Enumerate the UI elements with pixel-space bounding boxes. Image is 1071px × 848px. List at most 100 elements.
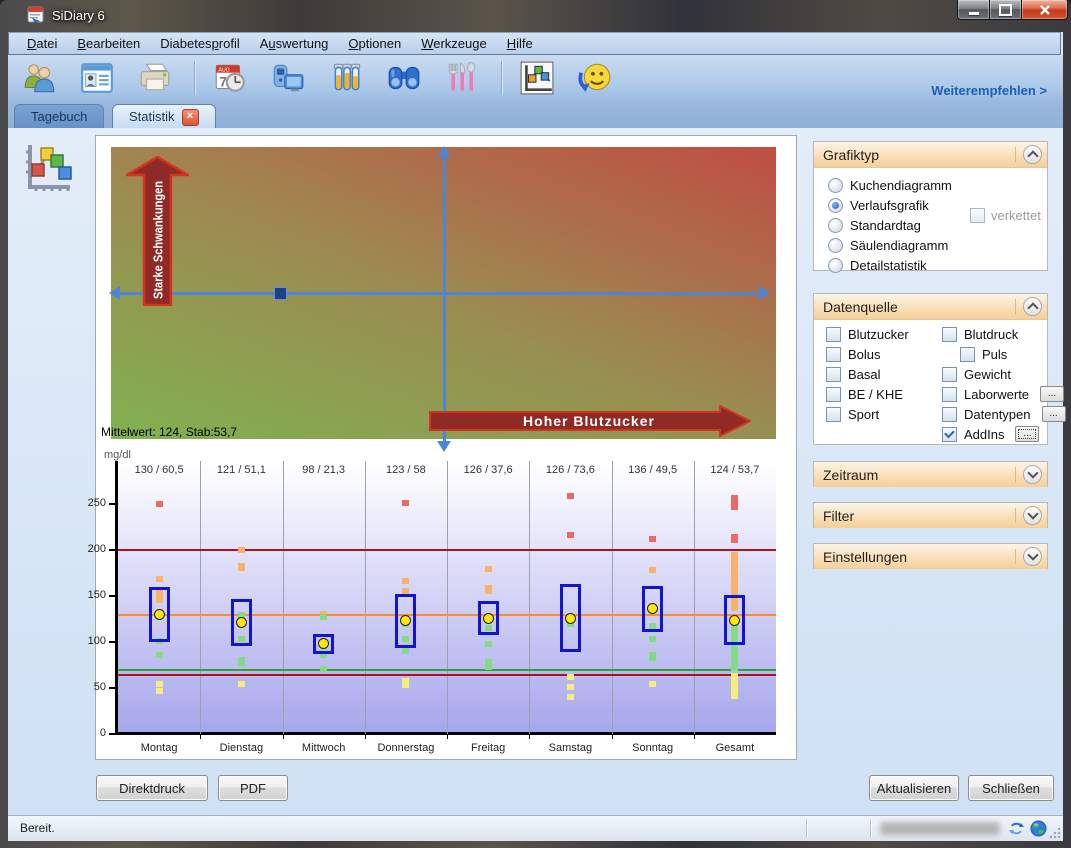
menu-item-bearbeiten[interactable]: Bearbeiten	[67, 33, 150, 54]
checkbox-icon[interactable]	[826, 387, 841, 402]
recommend-link[interactable]: Weiterempfehlen >	[931, 83, 1047, 98]
reference-line	[118, 669, 776, 671]
menu-item-auswertung[interactable]: Auswertung	[250, 33, 339, 54]
titlebar[interactable]: SiDiary 6	[0, 0, 1071, 32]
users-icon[interactable]	[20, 59, 58, 97]
x-category-label: Montag	[118, 742, 200, 754]
menu-item-hilfe[interactable]: Hilfe	[497, 33, 543, 54]
close-button[interactable]	[1021, 0, 1068, 20]
x-category-label: Dienstag	[200, 742, 282, 754]
radio-icon[interactable]	[828, 198, 843, 213]
mean-dot	[729, 615, 740, 626]
expand-button[interactable]	[1023, 506, 1042, 525]
schliessen-button[interactable]: Schließen	[968, 775, 1054, 801]
quadrant-chart: Starke Schwankungen Hoher Blutzucker	[111, 147, 776, 439]
more-options-button[interactable]: ...	[1042, 406, 1066, 422]
checkbox-blutdruck[interactable]: Blutdruck	[942, 324, 1066, 344]
app-icon	[26, 5, 46, 25]
data-point	[402, 648, 409, 654]
tab-close-icon[interactable]: ×	[182, 109, 199, 126]
device-sync-icon[interactable]	[269, 59, 307, 97]
expand-button[interactable]	[1023, 465, 1042, 484]
radio-option-detailstatistik[interactable]: Detailstatistik	[828, 255, 1047, 275]
tab-label: Statistik	[129, 105, 175, 129]
menu-item-werkzeuge[interactable]: Werkzeuge	[411, 33, 497, 54]
verkettet-checkbox[interactable]	[970, 208, 985, 223]
reference-line	[118, 674, 776, 676]
aktualisieren-button[interactable]: Aktualisieren	[869, 775, 959, 801]
radio-option-säulendiagramm[interactable]: Säulendiagramm	[828, 235, 1047, 255]
direktdruck-button[interactable]: Direktdruck	[96, 775, 208, 801]
checkbox-addins[interactable]: AddIns...	[942, 424, 1066, 444]
y-tick-label: 0	[78, 727, 106, 739]
y-tick	[109, 733, 115, 735]
quadrant-marker	[274, 287, 287, 300]
radio-icon[interactable]	[828, 218, 843, 233]
menu-item-diabetesprofil[interactable]: Diabetesprofil	[150, 33, 250, 54]
maximize-button[interactable]	[990, 0, 1021, 20]
radio-icon[interactable]	[828, 238, 843, 253]
checkbox-be-khe[interactable]: BE / KHE	[826, 384, 909, 404]
minimize-button[interactable]	[957, 0, 990, 20]
tab-tagebuch[interactable]: Tagebuch	[14, 104, 104, 129]
tabbar: Tagebuch Statistik ×	[8, 100, 1063, 128]
checkbox-bolus[interactable]: Bolus	[826, 344, 909, 364]
chevron-up-icon	[1027, 302, 1038, 313]
checkbox-laborwerte[interactable]: Laborwerte...	[942, 384, 1066, 404]
radio-icon[interactable]	[828, 178, 843, 193]
checkbox-basal[interactable]: Basal	[826, 364, 909, 384]
gridline	[200, 461, 201, 734]
checkbox-sport[interactable]: Sport	[826, 404, 909, 424]
data-point	[156, 688, 163, 694]
checkbox-icon[interactable]	[942, 407, 957, 422]
checkbox-blutzucker[interactable]: Blutzucker	[826, 324, 909, 344]
menu-item-optionen[interactable]: Optionen	[338, 33, 411, 54]
tab-statistik[interactable]: Statistik ×	[112, 104, 216, 129]
radio-option-kuchendiagramm[interactable]: Kuchendiagramm	[828, 175, 1047, 195]
gridline	[612, 461, 613, 734]
globe-icon	[1030, 820, 1047, 837]
calendar-clock-icon[interactable]: AUG 7	[211, 59, 249, 97]
data-point	[649, 567, 656, 573]
expand-button[interactable]	[1023, 547, 1042, 566]
checkbox-puls[interactable]: Puls	[942, 344, 1066, 364]
patient-profile-icon[interactable]	[78, 59, 116, 97]
more-options-button[interactable]: ...	[1015, 426, 1039, 442]
collapse-button[interactable]	[1023, 145, 1042, 164]
column-header: 121 / 51,1	[200, 464, 282, 476]
chart-panel: Starke Schwankungen Hoher Blutzucker Mit…	[95, 135, 797, 760]
test-tubes-icon[interactable]	[327, 59, 365, 97]
checkbox-icon[interactable]	[942, 427, 957, 442]
checkbox-label: Blutdruck	[964, 327, 1018, 342]
checkbox-icon[interactable]	[942, 387, 957, 402]
checkbox-icon[interactable]	[960, 347, 975, 362]
x-tick	[612, 735, 613, 739]
gridline	[283, 461, 284, 734]
more-options-button[interactable]: ...	[1040, 386, 1064, 402]
checkbox-datentypen[interactable]: Datentypen...	[942, 404, 1066, 424]
collapse-button[interactable]	[1023, 297, 1042, 316]
checkbox-icon[interactable]	[826, 367, 841, 382]
nutrition-icon[interactable]	[443, 59, 481, 97]
checkbox-icon[interactable]	[826, 347, 841, 362]
checkbox-icon[interactable]	[942, 327, 957, 342]
resize-grip[interactable]	[1048, 826, 1061, 839]
checkbox-icon[interactable]	[942, 367, 957, 382]
statistics-icon[interactable]	[518, 59, 556, 97]
verkettet-label: verkettet	[991, 208, 1041, 223]
menu-item-datei[interactable]: Datei	[17, 33, 67, 54]
feedback-smiley-icon[interactable]	[576, 59, 614, 97]
data-point	[731, 534, 738, 543]
radio-icon[interactable]	[828, 258, 843, 273]
checkbox-icon[interactable]	[826, 407, 841, 422]
checkbox-label: Blutzucker	[848, 327, 909, 342]
binoculars-icon[interactable]	[385, 59, 423, 97]
chart-view-icon[interactable]	[18, 140, 74, 196]
panel-title: Datenquelle	[814, 299, 1015, 315]
chevron-down-icon	[1027, 467, 1038, 478]
printer-icon[interactable]	[136, 59, 174, 97]
checkbox-gewicht[interactable]: Gewicht	[942, 364, 1066, 384]
data-point	[402, 578, 409, 584]
pdf-button[interactable]: PDF	[218, 775, 288, 801]
checkbox-icon[interactable]	[826, 327, 841, 342]
